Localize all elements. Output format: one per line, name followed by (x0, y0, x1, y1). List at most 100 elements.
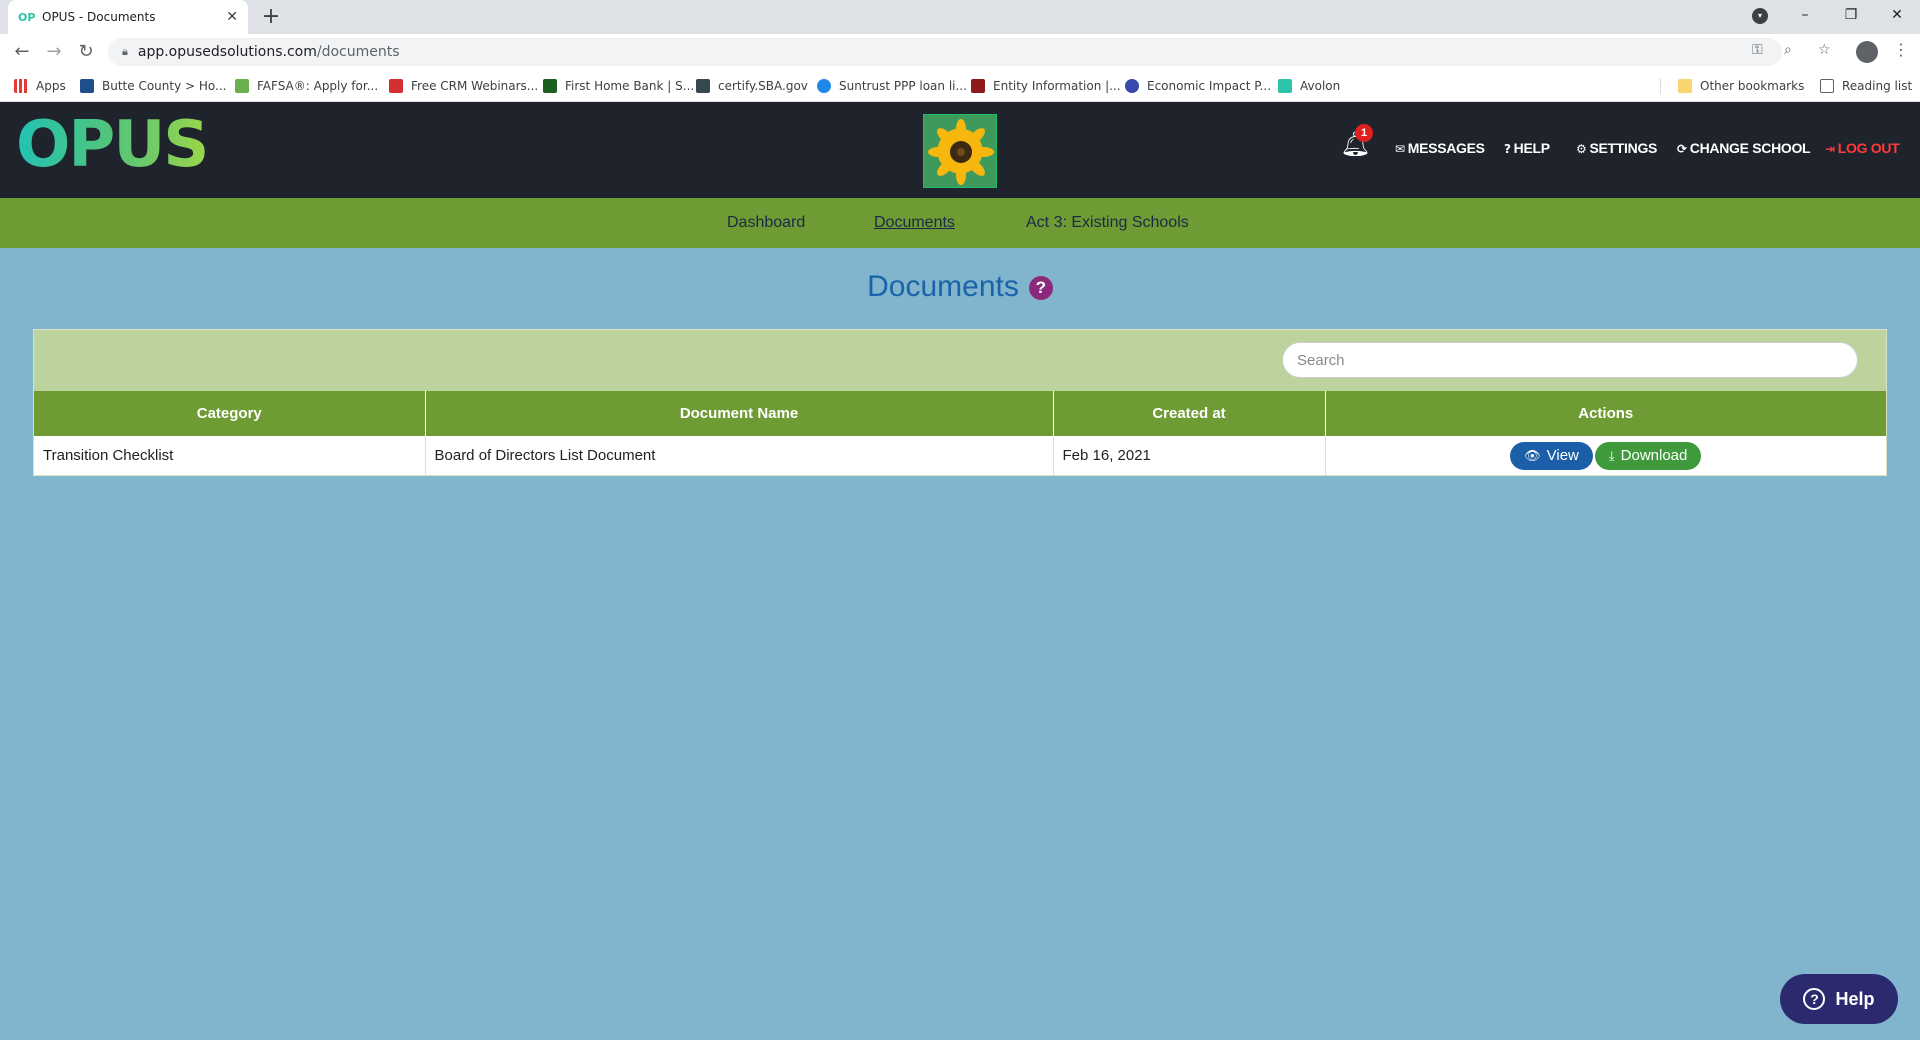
restore-icon[interactable]: ❐ (1828, 0, 1874, 34)
envelope-icon: ✉ (1395, 142, 1405, 156)
page-title: Documents? (0, 270, 1920, 304)
bookmark-label: Other bookmarks (1700, 79, 1805, 93)
subnav-documents[interactable]: Documents (874, 214, 955, 232)
nav-label: CHANGE SCHOOL (1689, 140, 1811, 156)
settings-link[interactable]: ⚙ SETTINGS (1576, 140, 1657, 156)
sign-out-icon: ⇥ (1825, 142, 1835, 156)
download-icon: ⤓ (1608, 448, 1615, 464)
notification-badge: 1 (1355, 124, 1373, 142)
cell-category: Transition Checklist (34, 435, 426, 475)
table-row: Transition Checklist Board of Directors … (34, 435, 1886, 475)
butte-county-icon (80, 79, 94, 93)
apps-grid-icon (14, 79, 28, 93)
help-floating-label: Help (1835, 988, 1875, 1009)
address-bar: ← → ↻ 🔒︎ app.opusedsolutions.com/documen… (0, 34, 1920, 70)
download-button-label: Download (1620, 446, 1688, 464)
subnav-dashboard[interactable]: Dashboard (727, 214, 805, 232)
logout-link[interactable]: ⇥ LOG OUT (1825, 140, 1900, 156)
bookmark-other[interactable]: Other bookmarks (1678, 77, 1804, 95)
irs-icon (1125, 79, 1139, 93)
bookmark-suntrust[interactable]: Suntrust PPP loan li... (817, 77, 967, 95)
main-subnav: Dashboard Documents Act 3: Existing Scho… (0, 198, 1920, 248)
fafsa-icon (235, 79, 249, 93)
messages-link[interactable]: ✉ MESSAGES (1395, 140, 1485, 156)
eye-icon: 👁︎ (1524, 448, 1541, 464)
column-header-category[interactable]: Category (34, 391, 426, 436)
download-button[interactable]: ⤓ Download (1594, 441, 1702, 470)
bookmark-free-crm[interactable]: Free CRM Webinars... (389, 77, 538, 95)
browser-tabstrip: OP OPUS - Documents ✕ + ▾ – ❐ ✕ (0, 0, 1920, 34)
school-logo-sunflower (923, 114, 997, 188)
bookmark-apps[interactable]: Apps (14, 77, 66, 95)
tab-search-icon[interactable]: ▾ (1752, 8, 1768, 24)
bookmark-certify-sba[interactable]: certify.SBA.gov (696, 77, 808, 95)
key-icon[interactable]: ⚿ (1752, 42, 1763, 58)
sba-icon (696, 79, 710, 93)
bookmark-divider (1660, 78, 1661, 94)
opus-favicon-icon: OP (18, 10, 36, 24)
column-header-created-at[interactable]: Created at (1053, 391, 1326, 436)
bookmark-butte-county[interactable]: Butte County > Ho... (80, 77, 226, 95)
documents-toolbar (34, 330, 1886, 391)
bookmark-fafsa[interactable]: FAFSA®: Apply for... (235, 77, 378, 95)
column-header-document-name[interactable]: Document Name (425, 391, 1054, 436)
cell-actions: 👁︎ View ⤓ Download (1325, 435, 1886, 475)
bookmark-label: Butte County > Ho... (102, 79, 227, 93)
url-field[interactable]: 🔒︎ app.opusedsolutions.com/documents (108, 38, 1782, 66)
column-header-actions: Actions (1325, 391, 1886, 436)
browser-menu-icon[interactable]: ⋮ (1893, 40, 1909, 59)
page-title-text: Documents (867, 270, 1019, 303)
minimize-icon[interactable]: – (1782, 0, 1828, 34)
bookmark-avolon[interactable]: Avolon (1278, 77, 1340, 95)
reload-icon[interactable]: ↻ (74, 40, 98, 64)
documents-card: Category Document Name Created at Action… (33, 329, 1887, 476)
zoom-icon[interactable]: ⌕ (1784, 42, 1792, 58)
nav-label: LOG OUT (1837, 140, 1900, 156)
bookmark-first-home-bank[interactable]: First Home Bank | S... (543, 77, 694, 95)
browser-tab[interactable]: OP OPUS - Documents ✕ (8, 0, 248, 34)
url-host: app.opusedsolutions.com (137, 44, 317, 60)
gear-icon: ⚙ (1576, 142, 1587, 156)
help-floating-button[interactable]: ? Help (1780, 974, 1898, 1024)
opus-logo[interactable]: OPUS (16, 112, 209, 178)
url-path: /documents (316, 44, 400, 60)
help-link[interactable]: ? HELP (1504, 140, 1550, 156)
subnav-act3-existing-schools[interactable]: Act 3: Existing Schools (1026, 214, 1189, 232)
bookmark-label: Reading list (1842, 79, 1913, 93)
view-button-label: View (1546, 446, 1579, 464)
bookmark-entity-information[interactable]: Entity Information |... (971, 77, 1121, 95)
cell-document-name: Board of Directors List Document (425, 435, 1054, 475)
bookmark-label: Entity Information |... (993, 79, 1121, 93)
nav-label: SETTINGS (1589, 140, 1658, 156)
page-help-icon[interactable]: ? (1028, 276, 1053, 300)
bookmark-label: Avolon (1300, 79, 1341, 93)
question-circle-icon: ? (1504, 142, 1511, 156)
refresh-icon: ⟳ (1677, 142, 1687, 156)
tab-close-icon[interactable]: ✕ (226, 9, 238, 25)
account-avatar-icon[interactable] (1856, 41, 1878, 63)
bookmarks-bar: Apps Butte County > Ho... FAFSA®: Apply … (0, 70, 1920, 102)
cell-created-at: Feb 16, 2021 (1053, 435, 1326, 475)
nav-label: MESSAGES (1407, 140, 1485, 156)
back-icon[interactable]: ← (10, 40, 34, 64)
documents-table: Category Document Name Created at Action… (34, 391, 1886, 475)
forward-icon[interactable]: → (42, 40, 66, 64)
close-window-icon[interactable]: ✕ (1874, 0, 1920, 34)
bookmark-label: certify.SBA.gov (718, 79, 808, 93)
search-input[interactable] (1282, 342, 1858, 378)
bookmark-label: Suntrust PPP loan li... (839, 79, 967, 93)
first-home-bank-icon (543, 79, 557, 93)
salesforce-icon (817, 79, 831, 93)
star-icon[interactable]: ☆ (1818, 42, 1831, 58)
new-tab-button[interactable]: + (258, 4, 284, 30)
opus-favicon-icon (1278, 79, 1292, 93)
zoho-icon (389, 79, 403, 93)
bookmark-economic-impact[interactable]: Economic Impact P... (1125, 77, 1271, 95)
app-header: OPUS 🔔︎ 1 ✉ MESSAGES ? HELP ⚙ SETTINGS ⟳ CHA… (0, 102, 1920, 198)
change-school-link[interactable]: ⟳ CHANGE SCHOOL (1677, 140, 1811, 156)
lock-icon: 🔒︎ (122, 45, 128, 58)
view-button[interactable]: 👁︎ View (1510, 441, 1593, 470)
question-icon: ? (1803, 988, 1826, 1010)
bookmark-label: Economic Impact P... (1147, 79, 1272, 93)
reading-list-button[interactable]: Reading list (1820, 77, 1912, 95)
